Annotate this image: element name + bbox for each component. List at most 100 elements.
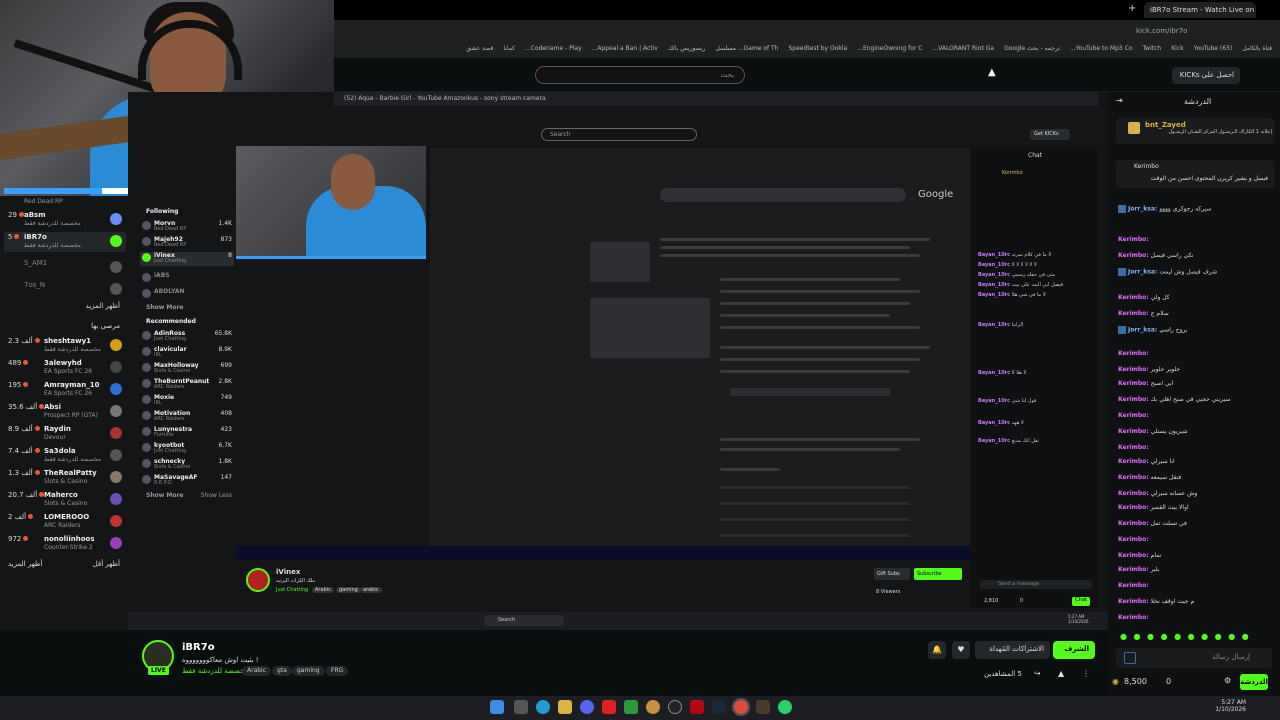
- youtube-icon[interactable]: [602, 700, 616, 714]
- stream-tag[interactable]: Arabic: [242, 666, 272, 676]
- emoji-icon[interactable]: [1124, 652, 1136, 664]
- browser-tab-active[interactable]: iBR7o Stream - Watch Live on Kick: [1144, 2, 1256, 18]
- channel-name: 7os_N: [24, 281, 46, 289]
- inner-chat-msg: Bayan_10rc لا هلا لا: [978, 370, 1027, 376]
- kick-search-input[interactable]: بحث: [535, 66, 745, 84]
- avatar: [110, 235, 122, 247]
- kick-header: [334, 58, 1280, 92]
- stream-tag[interactable]: FRG: [326, 666, 349, 676]
- netflix-icon[interactable]: [690, 700, 704, 714]
- inner-chat-msg: Bayan_10rc لا ما في شي هلا: [978, 292, 1046, 298]
- bookmark-item[interactable]: Kick: [1171, 45, 1183, 55]
- viewer-count: 20.7 ألف: [8, 491, 45, 499]
- stream-tag[interactable]: gta: [272, 666, 292, 676]
- bookmark-item[interactable]: Appeal a Ban | Activ...: [592, 45, 658, 55]
- more-options-icon[interactable]: ⋮: [1082, 669, 1090, 678]
- taskview-icon[interactable]: [514, 700, 528, 714]
- chat-send-button[interactable]: الدردشة: [1240, 674, 1268, 690]
- channel-name: Raydin: [44, 425, 71, 433]
- stream-tag[interactable]: gaming: [292, 666, 325, 676]
- new-tab-button[interactable]: +: [1128, 3, 1136, 14]
- bookmark-item[interactable]: قصة عشق: [466, 45, 493, 55]
- bookmark-item[interactable]: EngineOwning for C...: [857, 45, 922, 55]
- avatar: [110, 283, 122, 295]
- xbox-icon[interactable]: [624, 700, 638, 714]
- list-item: MaSavageAF R.E.P.O. 147: [140, 474, 234, 488]
- zero-count: 0: [1166, 677, 1172, 686]
- sidebar-item[interactable]: S_AM1: [4, 258, 126, 278]
- bookmark-item[interactable]: VALORANT Riot Ga...: [932, 45, 994, 55]
- folder-icon[interactable]: [558, 700, 572, 714]
- sidebar-item[interactable]: 8.9 ألف Raydin Devour: [4, 424, 126, 444]
- windows-start-icon[interactable]: [490, 700, 504, 714]
- inner-chat-send: Chat: [1072, 597, 1090, 606]
- chrome-icon[interactable]: [732, 698, 750, 716]
- discord-icon[interactable]: [580, 700, 594, 714]
- address-text[interactable]: kick.com/ibr7o: [1136, 27, 1187, 35]
- show-more-link[interactable]: أظهر المزيد: [8, 560, 42, 568]
- sidebar-item[interactable]: 35.6 ألف Absi Prospect RP (GTA): [4, 402, 126, 422]
- streamer-name[interactable]: iBR7o: [182, 642, 215, 653]
- crown-icon: [1128, 122, 1140, 134]
- bookmark-item[interactable]: Twitch: [1143, 45, 1162, 55]
- heart-icon[interactable]: ♥: [952, 641, 970, 659]
- stream-category[interactable]: مخصصة للدردشة فقط: [182, 667, 248, 675]
- bookmark-item[interactable]: ترجمه - بحث Google: [1004, 45, 1060, 55]
- sidebar-item[interactable]: 2 ألف LOMEROOO ARC Raiders: [4, 512, 126, 532]
- get-kicks-button[interactable]: احصل على KICKs: [1172, 67, 1240, 84]
- collapse-chat-icon[interactable]: ⇥: [1116, 96, 1123, 105]
- sidebar-item[interactable]: 1.3 ألف TheRealPatty Slots & Casino: [4, 468, 126, 488]
- chat-message: Jorr_ksa: سيركه رجوكري وووو: [1118, 205, 1274, 219]
- viewer-count: 2.3 ألف: [8, 337, 40, 345]
- show-more-link[interactable]: أظهر المزيد: [86, 302, 120, 310]
- avatar: [110, 405, 122, 417]
- chat-message: Kerimbo:: [1118, 536, 1149, 543]
- bookmark-item[interactable]: Codename - Play...: [525, 45, 582, 55]
- sidebar-item[interactable]: 972 nonoliinhoos Counter-Strike 2: [4, 534, 126, 554]
- channel-name: Amrayman_10: [44, 381, 100, 389]
- bookmark-item[interactable]: YouTube to Mp3 Co...: [1070, 45, 1133, 55]
- sidebar-item[interactable]: 5 iBR7o مخصصة للدردشة فقط: [4, 232, 126, 252]
- app-icon[interactable]: [646, 700, 660, 714]
- list-item: iABS: [140, 272, 234, 286]
- chat-message: Kerimbo: خلوير خلوير: [1118, 366, 1181, 373]
- bookmark-item[interactable]: زيسوريس بالك: [668, 45, 706, 55]
- obs-icon[interactable]: [668, 700, 682, 714]
- sidebar-item[interactable]: 7os_N: [4, 280, 126, 300]
- bookmark-item[interactable]: كمانا: [503, 45, 515, 55]
- sidebar-item[interactable]: 2.3 ألف sheshtawy1 مخصصة للدردشة فقط: [4, 336, 126, 356]
- whatsapp-icon[interactable]: [778, 700, 792, 714]
- edge-icon[interactable]: [536, 700, 550, 714]
- show-less-link[interactable]: أظهر أقل: [93, 560, 120, 568]
- channel-name: nonoliinhoos: [44, 535, 95, 543]
- chat-message: Kerimbo:: [1118, 614, 1149, 621]
- follow-button[interactable]: الشرف: [1053, 641, 1095, 659]
- viewer-count: 2 ألف: [8, 513, 34, 521]
- share-icon[interactable]: ↪: [1034, 669, 1041, 678]
- system-clock[interactable]: 5:27 AM 1/10/2026: [1210, 699, 1246, 713]
- bookmark-item[interactable]: Speedtest by Ookla: [788, 45, 847, 55]
- inner-taskbar-search: Search: [484, 615, 564, 626]
- sidebar-item[interactable]: 195 Amrayman_10 EA Sports FC 26: [4, 380, 126, 400]
- bookmark-item[interactable]: YouTube (63): [1194, 45, 1233, 55]
- inner-chat-msg: Bayan_10rc فيصل ابي البث على بيت: [978, 282, 1063, 288]
- sidebar-item[interactable]: 20.7 ألف Maherco Slots & Casino: [4, 490, 126, 510]
- chat-input[interactable]: إرسال رسالة: [1116, 648, 1272, 668]
- sidebar-item[interactable]: 29 aBsm مخصصة للدردشة فقط: [4, 210, 126, 230]
- sidebar-item[interactable]: 7.4 ألف Sa3dola مخصصة للدردشة فقط: [4, 446, 126, 466]
- gift-subs-button[interactable]: الاشتراكات المُهداة: [975, 641, 1050, 659]
- channel-category: Prospect RP (GTA): [44, 412, 98, 419]
- app-icon-2[interactable]: [756, 700, 770, 714]
- inner-subscribe: Subscribe: [914, 568, 962, 580]
- emote-row[interactable]: ● ● ● ● ● ● ● ● ● ●: [1120, 632, 1276, 644]
- warning-icon[interactable]: ▲: [1058, 669, 1064, 678]
- avatar: [110, 515, 122, 527]
- sidebar-item[interactable]: 489 3alewyhd EA Sports FC 26: [4, 358, 126, 378]
- gear-icon[interactable]: ⚙: [1224, 676, 1231, 685]
- bookmark-item[interactable]: Game of Th... مسلسل: [715, 45, 778, 55]
- clock-date: 1/10/2026: [1215, 706, 1246, 713]
- steam-icon[interactable]: [712, 700, 726, 714]
- bookmark-item[interactable]: قناة بالكامل: [1242, 45, 1272, 55]
- coin-icon: ◉: [1112, 677, 1119, 686]
- bell-icon[interactable]: 🔔: [928, 641, 946, 659]
